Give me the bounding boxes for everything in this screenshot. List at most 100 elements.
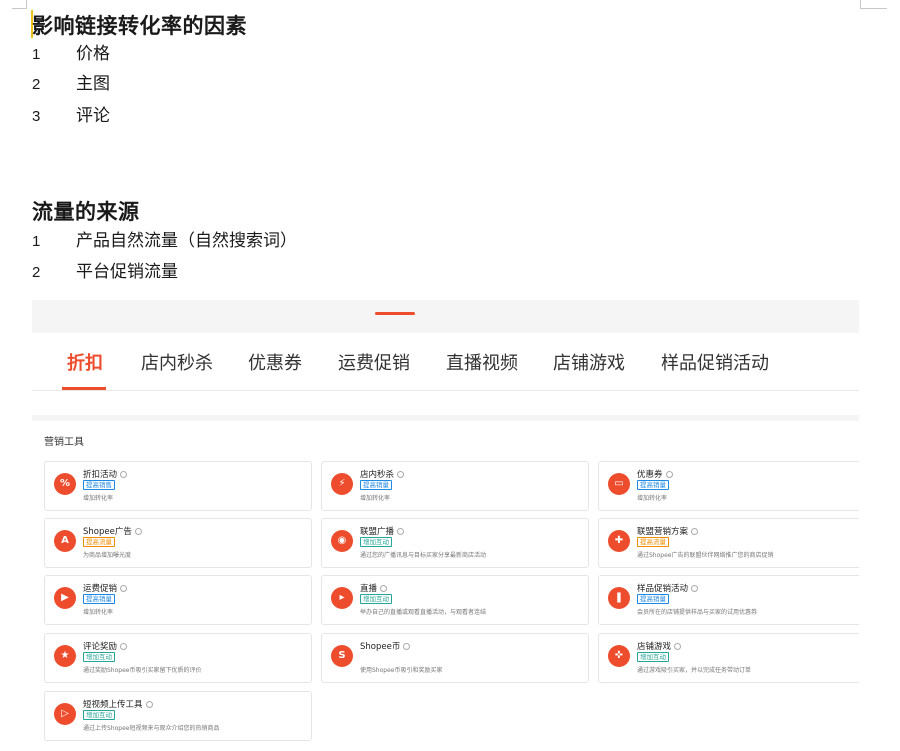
marketing-tool-card[interactable]: ❚ 样品促销活动 提高销量 会员所在的店铺提供样品与买家的试用优惠券	[598, 575, 859, 625]
heading-traffic-sources: 流量的来源	[32, 199, 140, 224]
tool-description: 增加转化率	[83, 495, 114, 502]
tool-description: 增加转化率	[360, 495, 391, 502]
broadcast-icon: ◉	[331, 530, 353, 552]
info-icon[interactable]	[120, 585, 128, 592]
marketing-tool-card[interactable]: ▭ 优惠券 提高销量 增加转化率	[598, 461, 859, 511]
tab-shop-game[interactable]: 店铺游戏	[553, 349, 625, 375]
tool-tag-badge: 提高销量	[360, 480, 392, 490]
tool-description: 通过您的广播讯息与目标买家分享最新商店活动	[360, 552, 487, 559]
tool-name-label: 优惠券	[637, 470, 663, 480]
tool-description: 通过Shopee广告的联盟伙伴网络推广您的商店促销	[637, 552, 774, 559]
tool-name-label: Shopee广告	[83, 527, 132, 537]
info-icon[interactable]	[145, 701, 153, 708]
info-icon[interactable]	[691, 528, 699, 535]
list-text: 产品自然流量（自然搜索词）	[76, 231, 297, 251]
marketing-tools-title: 营销工具	[44, 437, 84, 448]
tool-description: 使用Shopee币吸引和奖励买家	[360, 667, 443, 674]
tab-sample-promo[interactable]: 样品促销活动	[661, 349, 769, 375]
marketing-tool-card[interactable]: ★ 评论奖励 增加互动通过奖励Shopee币吸引买家留下优质的评价	[44, 633, 312, 683]
tool-name: Shopee币	[360, 640, 411, 652]
tool-tag-badge: 增加互动	[83, 710, 115, 720]
list-text: 主图	[76, 74, 110, 94]
info-icon[interactable]	[403, 643, 411, 650]
tool-description: 举办自己的直播或观看直播活动，与观看者连结	[360, 609, 487, 616]
tool-description: 为商品增加曝光度	[83, 552, 132, 559]
tool-tag-badge: 提高销量	[83, 594, 115, 604]
tool-tag-badge: 提高流量	[83, 537, 115, 547]
page-corner-mark-left	[12, 0, 27, 9]
tool-name-label: Shopee币	[360, 642, 401, 652]
tab-live-video[interactable]: 直播视频	[446, 349, 518, 375]
tool-name: 运费促销	[83, 582, 128, 594]
info-icon[interactable]	[380, 585, 388, 592]
embedded-marketing-screenshot: 折扣 店内秒杀 优惠券 运费促销 直播视频 店铺游戏 样品促销活动 营销工具 %…	[32, 300, 859, 751]
list-number: 2	[32, 76, 41, 93]
sample-icon: ❚	[608, 587, 630, 609]
tab-discount[interactable]: 折扣	[67, 349, 103, 375]
marketing-tool-card[interactable]: ✚ 联盟营销方案 提高流量通过Shopee广告的联盟伙伴网络推广您的商店促销	[598, 518, 859, 568]
tool-tag-badge: 增加互动	[83, 652, 115, 662]
review-reward-icon: ★	[54, 645, 76, 667]
info-icon[interactable]	[120, 643, 128, 650]
tab-flash-sale[interactable]: 店内秒杀	[141, 349, 213, 375]
tool-name-label: 评论奖励	[83, 642, 118, 652]
marketing-tool-card[interactable]: ▶ 运费促销 提高销量 增加转化率	[44, 575, 312, 625]
top-accent-line	[375, 312, 415, 315]
video-play-icon: ▷	[54, 703, 76, 725]
tool-name: 优惠券	[637, 468, 673, 480]
tool-tag-badge: 提高销售	[83, 480, 115, 490]
list-text: 评论	[76, 106, 110, 126]
list-item: 3 评论	[32, 104, 110, 128]
flash-sale-icon: ⚡	[331, 473, 353, 495]
tool-tag-badge: 增加互动	[360, 594, 392, 604]
marketing-tool-card[interactable]: ✜ 店铺游戏 增加互动 通过游戏吸引买家，并以完成任务带动订单	[598, 633, 859, 683]
marketing-tool-card[interactable]: ▷ 短视频上传工具 增加互动通过上传Shopee短视频来与观众介绍您的热销商品	[44, 691, 312, 741]
info-icon[interactable]	[120, 471, 128, 478]
info-icon[interactable]	[691, 585, 699, 592]
tool-description: 通过上传Shopee短视频来与观众介绍您的热销商品	[83, 725, 220, 732]
info-icon[interactable]	[665, 471, 673, 478]
list-number: 1	[32, 46, 41, 63]
tab-coupon[interactable]: 优惠券	[248, 349, 302, 375]
marketing-tool-card[interactable]: ◉ 联盟广播 增加互动通过您的广播讯息与目标买家分享最新商店活动	[321, 518, 589, 568]
tool-tag-badge: 增加互动	[637, 652, 669, 662]
marketing-tool-card[interactable]: ⚡ 店内秒杀 提高销量增加转化率	[321, 461, 589, 511]
affiliate-icon: ✚	[608, 530, 630, 552]
list-number: 1	[32, 233, 41, 250]
marketing-tool-card[interactable]: % 折扣活动 提高销售 增加转化率	[44, 461, 312, 511]
tool-name: 样品促销活动	[637, 582, 699, 594]
tool-name: 折扣活动	[83, 468, 128, 480]
info-icon[interactable]	[397, 471, 405, 478]
info-icon[interactable]	[674, 643, 682, 650]
tool-name-label: 联盟营销方案	[637, 527, 689, 537]
marketing-tool-card[interactable]: S Shopee币使用Shopee币吸引和奖励买家	[321, 633, 589, 683]
coupon-icon: ▭	[608, 473, 630, 495]
tool-description: 通过奖励Shopee币吸引买家留下优质的评价	[83, 667, 202, 674]
shipping-truck-icon: ▶	[54, 587, 76, 609]
tool-name: 短视频上传工具	[83, 698, 153, 710]
tool-name-label: 运费促销	[83, 584, 118, 594]
tool-name-label: 店内秒杀	[360, 470, 395, 480]
list-item: 1 产品自然流量（自然搜索词）	[32, 229, 297, 253]
list-item: 2 平台促销流量	[32, 260, 178, 284]
info-icon[interactable]	[134, 528, 142, 535]
tool-tag-badge: 增加互动	[360, 537, 392, 547]
tool-name: 联盟广播	[360, 525, 405, 537]
tool-tag-badge: 提高销量	[637, 480, 669, 490]
marketing-tool-card[interactable]: A Shopee广告 提高流量 为商品增加曝光度	[44, 518, 312, 568]
game-controller-icon: ✜	[608, 645, 630, 667]
list-number: 3	[32, 108, 41, 125]
coin-icon: S	[331, 645, 353, 667]
tool-name-label: 联盟广播	[360, 527, 395, 537]
section-divider	[32, 415, 859, 421]
heading-conversion-factors: 影响链接转化率的因素	[32, 13, 247, 38]
tool-name: 评论奖励	[83, 640, 128, 652]
tool-name-label: 直播	[360, 584, 378, 594]
tab-shipping-promo[interactable]: 运费促销	[338, 349, 410, 375]
tool-tag-badge: 提高流量	[637, 537, 669, 547]
tool-description: 会员所在的店铺提供样品与买家的试用优惠券	[637, 609, 758, 616]
info-icon[interactable]	[397, 528, 405, 535]
list-item: 1 价格	[32, 42, 110, 66]
list-item: 2 主图	[32, 72, 110, 96]
marketing-tool-card[interactable]: ▸ 直播 增加互动 举办自己的直播或观看直播活动，与观看者连结	[321, 575, 589, 625]
